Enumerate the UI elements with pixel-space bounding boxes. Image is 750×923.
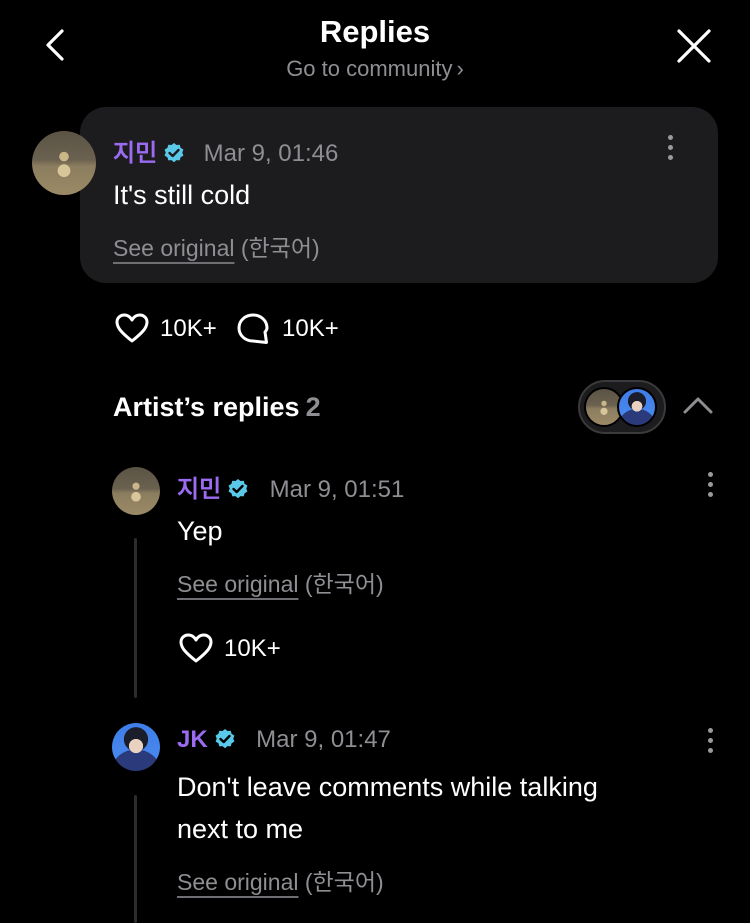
chevron-up-icon[interactable] <box>682 395 714 420</box>
like-button[interactable] <box>114 312 150 349</box>
reply-text: Yep <box>177 516 223 546</box>
verified-icon <box>163 142 185 164</box>
avatar[interactable] <box>112 723 160 771</box>
see-original: See original (한국어) <box>113 229 320 263</box>
author-name[interactable]: JK <box>177 726 208 753</box>
post-header: 지민 Mar 9, 01:46 <box>113 133 338 168</box>
see-original-link[interactable]: See original <box>177 869 298 895</box>
thread-line <box>134 538 137 698</box>
close-icon[interactable] <box>676 28 712 64</box>
more-icon[interactable] <box>665 135 675 165</box>
reply-text-line-2: next to me <box>177 814 304 844</box>
avatar <box>617 387 657 427</box>
post-time: Mar 9, 01:46 <box>203 140 339 167</box>
reply-text-line-1: Don't leave comments while talking <box>177 772 598 802</box>
heart-icon <box>115 313 149 343</box>
reply-header: JK Mar 9, 01:47 <box>177 726 391 754</box>
verified-icon <box>227 478 249 500</box>
original-language: (한국어) <box>304 571 384 597</box>
see-original-link[interactable]: See original <box>177 571 298 597</box>
go-to-community-link[interactable]: Go to community › <box>0 56 750 82</box>
post-text: It's still cold <box>113 180 251 210</box>
more-icon[interactable] <box>705 728 715 758</box>
artist-replies-count: 2 <box>305 392 321 422</box>
see-original: See original (한국어) <box>177 863 384 897</box>
chevron-right-icon: › <box>456 56 464 81</box>
comment-count: 10K+ <box>282 315 339 342</box>
more-icon[interactable] <box>705 472 715 502</box>
reply-time: Mar 9, 01:47 <box>256 726 391 753</box>
avatar[interactable] <box>112 467 160 515</box>
like-button[interactable] <box>178 632 214 669</box>
artist-replies-label: Artist’s replies <box>113 392 300 422</box>
like-count: 10K+ <box>224 635 281 662</box>
comment-button[interactable] <box>236 312 270 351</box>
go-to-community-label: Go to community <box>286 56 453 81</box>
see-original: See original (한국어) <box>177 565 384 599</box>
reply-time: Mar 9, 01:51 <box>269 476 405 503</box>
artist-replies-title: Artist’s replies 2 <box>113 392 321 423</box>
author-name[interactable]: 지민 <box>177 476 221 503</box>
verified-icon <box>214 728 236 750</box>
page-title: Replies <box>319 14 431 49</box>
original-language: (한국어) <box>240 235 320 261</box>
original-language: (한국어) <box>304 869 384 895</box>
like-count: 10K+ <box>160 315 217 342</box>
reply-header: 지민 Mar 9, 01:51 <box>177 469 404 504</box>
see-original-link[interactable]: See original <box>113 235 234 261</box>
comment-icon <box>237 313 269 344</box>
heart-icon <box>179 633 213 663</box>
avatar[interactable] <box>32 131 96 195</box>
author-name[interactable]: 지민 <box>113 140 157 167</box>
thread-line <box>134 795 137 923</box>
